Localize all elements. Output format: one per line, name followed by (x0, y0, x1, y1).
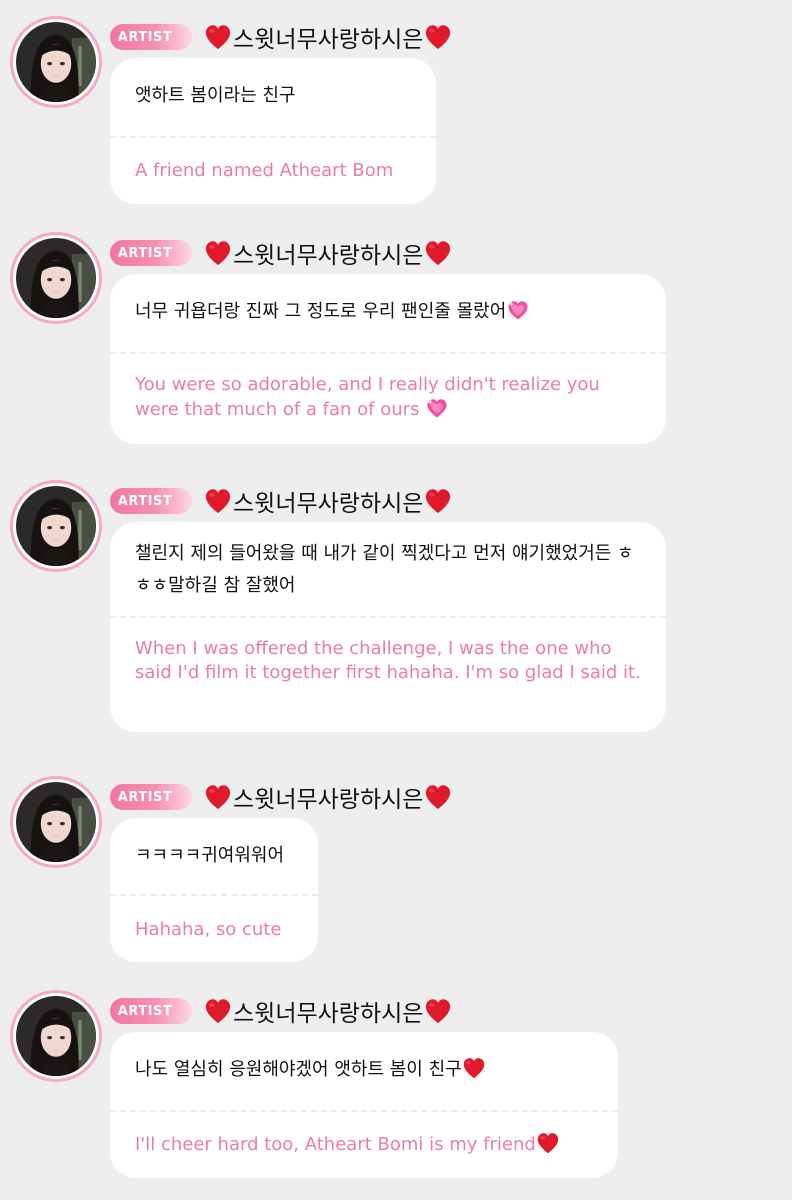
message-bubble[interactable]: 너무 귀욥더랑 진짜 그 정도로 우리 팬인줄 몰랐어 You were so … (110, 274, 666, 444)
message-bubble[interactable]: 나도 열심히 응원해야겠어 앳하트 봄이 친구 I'll cheer hard … (110, 1032, 618, 1178)
red-heart-icon (204, 488, 232, 514)
sender-name[interactable]: 스윗너무사랑하시은 (204, 484, 452, 518)
sender-name-text: 스윗너무사랑하시은 (233, 243, 424, 269)
artist-photo (16, 782, 96, 862)
artist-badge: ARTIST (110, 784, 192, 810)
avatar[interactable] (10, 990, 102, 1082)
avatar[interactable] (10, 232, 102, 324)
translation-divider (110, 136, 436, 138)
artist-photo (16, 238, 96, 318)
red-heart-icon (424, 998, 452, 1024)
avatar[interactable] (10, 776, 102, 868)
red-heart-icon (424, 488, 452, 514)
artist-photo (16, 22, 96, 102)
artist-badge: ARTIST (110, 998, 192, 1024)
sender-name[interactable]: 스윗너무사랑하시은 (204, 780, 452, 814)
translation-divider (110, 1110, 618, 1112)
artist-badge: ARTIST (110, 24, 192, 50)
red-heart-icon (424, 24, 452, 50)
avatar[interactable] (10, 16, 102, 108)
red-heart-icon (424, 240, 452, 266)
message-translation-text: You were so adorable, and I really didn'… (135, 374, 600, 420)
sender-header: ARTIST 스윗너무사랑하시은 (110, 236, 452, 270)
red-heart-icon (204, 24, 232, 50)
message-original-text: 챌린지 제의 들어왔을 때 내가 같이 찍겠다고 먼저 얘기했었거든 ㅎㅎㅎ말하… (135, 543, 634, 596)
message-bubble[interactable]: 챌린지 제의 들어왔을 때 내가 같이 찍겠다고 먼저 얘기했었거든 ㅎㅎㅎ말하… (110, 522, 666, 732)
message-translation-text: I'll cheer hard too, Atheart Bomi is my … (135, 1134, 536, 1155)
sender-header: ARTIST 스윗너무사랑하시은 (110, 780, 452, 814)
message-bubble[interactable]: 앳하트 봄이라는 친구 A friend named Atheart Bom (110, 58, 436, 204)
red-heart-icon (204, 784, 232, 810)
translation-divider (110, 894, 318, 896)
sparkling-heart-icon (425, 397, 449, 419)
artist-photo (16, 996, 96, 1076)
message-translation-text: Hahaha, so cute (135, 919, 282, 940)
sender-name-text: 스윗너무사랑하시은 (233, 491, 424, 517)
artist-photo (16, 486, 96, 566)
message-original-text: 앳하트 봄이라는 친구 (135, 85, 296, 106)
sender-name-text: 스윗너무사랑하시은 (233, 27, 424, 53)
sender-header: ARTIST 스윗너무사랑하시은 (110, 20, 452, 54)
sender-name-text: 스윗너무사랑하시은 (233, 1001, 424, 1027)
sender-name[interactable]: 스윗너무사랑하시은 (204, 994, 452, 1028)
artist-badge: ARTIST (110, 240, 192, 266)
sender-name-text: 스윗너무사랑하시은 (233, 787, 424, 813)
message-original-text: 나도 열심히 응원해야겠어 앳하트 봄이 친구 (135, 1059, 462, 1080)
red-heart-icon (204, 998, 232, 1024)
sender-header: ARTIST 스윗너무사랑하시은 (110, 484, 452, 518)
sender-name[interactable]: 스윗너무사랑하시은 (204, 20, 452, 54)
translation-divider (110, 616, 666, 618)
translation-divider (110, 352, 666, 354)
sender-name[interactable]: 스윗너무사랑하시은 (204, 236, 452, 270)
message-original-text: ㅋㅋㅋㅋ귀여워워어 (135, 845, 285, 866)
red-heart-icon (204, 240, 232, 266)
message-translation-text: When I was offered the challenge, I was … (135, 638, 641, 683)
red-heart-icon (424, 784, 452, 810)
avatar[interactable] (10, 480, 102, 572)
sparkling-heart-icon (506, 299, 530, 321)
message-translation-text: A friend named Atheart Bom (135, 160, 394, 181)
message-original-text: 너무 귀욥더랑 진짜 그 정도로 우리 팬인줄 몰랐어 (135, 301, 507, 322)
red-heart-icon (536, 1132, 560, 1154)
artist-badge: ARTIST (110, 488, 192, 514)
red-heart-icon (462, 1057, 486, 1079)
message-bubble[interactable]: ㅋㅋㅋㅋ귀여워워어 Hahaha, so cute (110, 818, 318, 962)
sender-header: ARTIST 스윗너무사랑하시은 (110, 994, 452, 1028)
